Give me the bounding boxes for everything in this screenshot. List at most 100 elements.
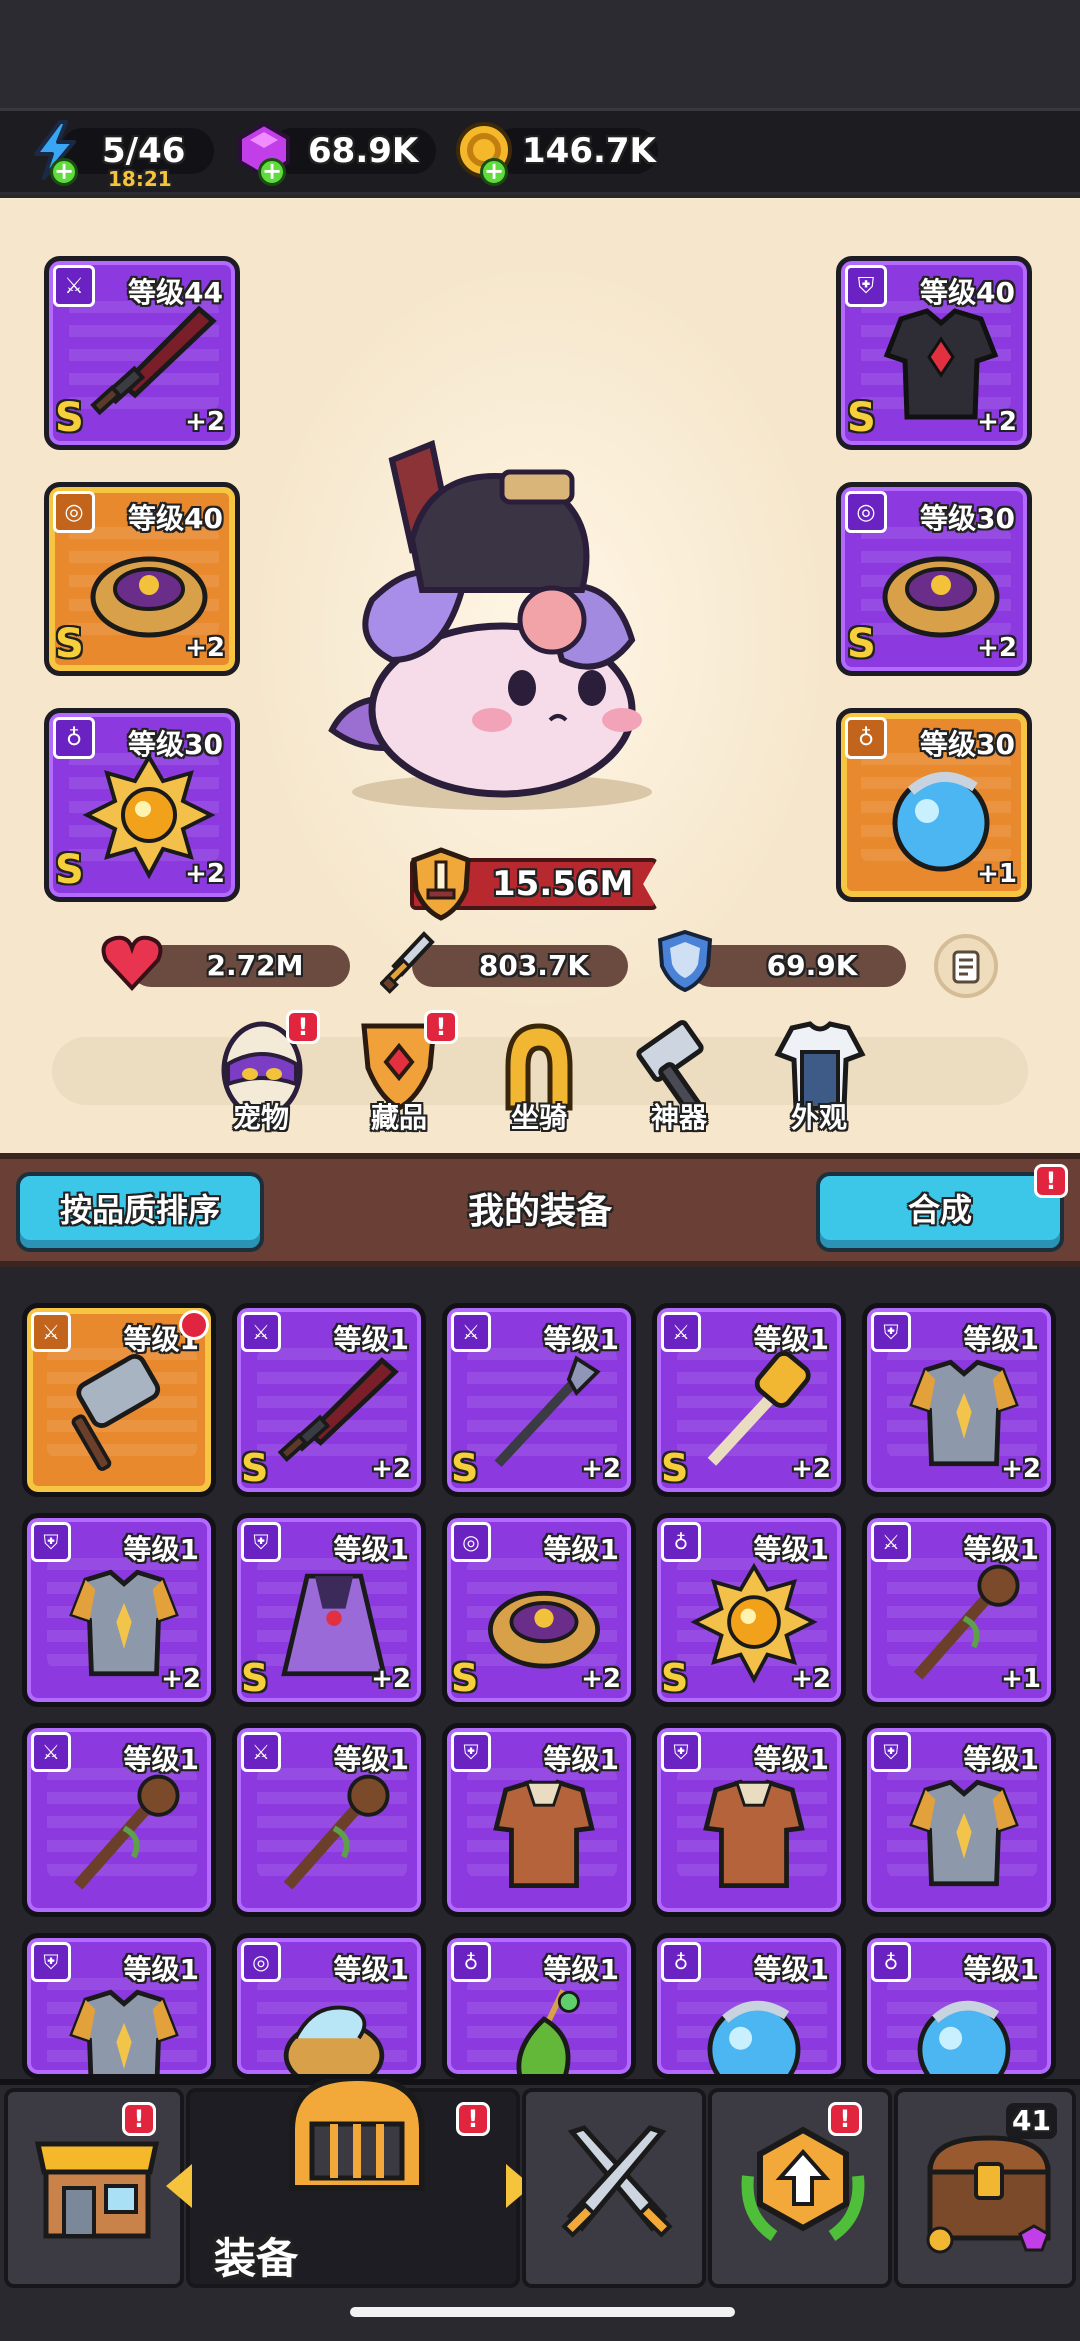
inventory-item[interactable]: ⚔ 等级1	[22, 1723, 216, 1917]
steel-armor-icon	[909, 1779, 1019, 1887]
inventory-item[interactable]: ⚔ 等级1 +1	[862, 1513, 1056, 1707]
item-level: 等级1	[543, 1323, 619, 1356]
item-plus: +2	[371, 1454, 411, 1484]
armor-icon: ⛨	[871, 1312, 911, 1352]
slot-plus: +2	[185, 407, 225, 437]
item-level: 等级1	[963, 1533, 1039, 1566]
pet-alert-badge: !	[286, 1010, 320, 1044]
inventory-item[interactable]: ⚔ 等级1 S +2	[442, 1303, 636, 1497]
amulet-icon: ♁	[451, 1942, 491, 1982]
defense-shield-icon	[657, 929, 713, 992]
new-item-marker	[179, 1310, 209, 1340]
sort-by-quality-button[interactable]: 按品质排序	[16, 1172, 264, 1252]
inventory-item[interactable]: ♁ 等级1	[652, 1933, 846, 2079]
nav-upgrade[interactable]: !	[708, 2088, 892, 2288]
inventory-item[interactable]: ♁ 等级1	[442, 1933, 636, 2079]
add-gem-icon[interactable]: +	[258, 158, 286, 186]
stats-detail-button[interactable]	[934, 934, 998, 998]
add-energy-icon[interactable]: +	[50, 158, 78, 186]
item-plus: +2	[791, 1664, 831, 1694]
item-rank: S	[451, 1656, 479, 1700]
sword-icon: ⚔	[241, 1732, 281, 1772]
menu-mount-label: 坐骑	[510, 1101, 567, 1134]
inventory-item[interactable]: ⚔ 等级1 S +2	[652, 1303, 846, 1497]
green-pendant-icon	[516, 1989, 580, 2074]
add-coin-icon[interactable]: +	[480, 158, 508, 186]
upgrade-alert-badge: !	[828, 2102, 862, 2136]
heart-icon	[101, 935, 163, 991]
item-rank: S	[661, 1446, 689, 1490]
equip-slot-weapon[interactable]: ⚔ 等级44 S +2	[44, 256, 240, 450]
item-level: 等级1	[753, 1953, 829, 1986]
notes-icon	[952, 950, 980, 984]
equip-slot-amulet[interactable]: ♁ 等级30 S +2	[44, 708, 240, 902]
armor-icon: ⛨	[661, 1732, 701, 1772]
nav-left-arrow-icon	[166, 2164, 192, 2208]
item-plus: +2	[1001, 1454, 1041, 1484]
sword-icon: ⚔	[31, 1312, 71, 1352]
item-rank: S	[451, 1446, 479, 1490]
item-level: 等级1	[123, 1533, 199, 1566]
inventory-item[interactable]: ♁ 等级1	[862, 1933, 1056, 2079]
sword-icon: ⚔	[871, 1522, 911, 1562]
equip-slot-ring-2[interactable]: ◎ 等级30 S +2	[836, 482, 1032, 676]
upgrade-arrow-icon	[741, 2126, 865, 2241]
ring-icon: ◎	[451, 1522, 491, 1562]
slot-plus: +1	[977, 859, 1017, 889]
item-level: 等级1	[543, 1953, 619, 1986]
armor-icon: ⛨	[31, 1522, 71, 1562]
inventory-item[interactable]: ⛨ 等级1	[862, 1723, 1056, 1917]
leather-armor-icon	[703, 1779, 805, 1889]
hero-character[interactable]	[312, 420, 672, 820]
sword-icon: ⚔	[661, 1312, 701, 1352]
treasure-chest-icon	[926, 2135, 1051, 2254]
nav-shop[interactable]: !	[4, 2088, 184, 2288]
item-level: 等级1	[963, 1743, 1039, 1776]
inventory-item[interactable]: ⛨ 等级1	[442, 1723, 636, 1917]
item-level: 等级1	[543, 1743, 619, 1776]
item-level: 等级1	[333, 1323, 409, 1356]
wooden-staff-icon	[283, 1774, 390, 1890]
swirl-ring-icon	[283, 2005, 385, 2074]
item-level: 等级1	[753, 1533, 829, 1566]
item-rank: S	[661, 1656, 689, 1700]
inventory-item[interactable]: ♁ 等级1 S +2	[652, 1513, 846, 1707]
inventory-item[interactable]: ⚔ 等级1	[232, 1723, 426, 1917]
armor-icon: ⛨	[241, 1522, 281, 1562]
inventory-item[interactable]: ⛨ 等级1	[22, 1933, 216, 2079]
item-level: 等级1	[963, 1323, 1039, 1356]
shop-alert-badge: !	[122, 2102, 156, 2136]
slot-rank: S	[847, 621, 876, 667]
home-indicator[interactable]	[350, 2307, 735, 2317]
inventory-item[interactable]: ⛨ 等级1 +2	[862, 1303, 1056, 1497]
inventory-item[interactable]: ⚔ 等级1	[22, 1303, 216, 1497]
inventory-item[interactable]: ◎ 等级1	[232, 1933, 426, 2079]
equip-slot-armor[interactable]: ⛨ 等级40 S +2	[836, 256, 1032, 450]
item-level: 等级1	[753, 1743, 829, 1776]
inventory-item[interactable]: ◎ 等级1 S +2	[442, 1513, 636, 1707]
item-rank: S	[241, 1446, 269, 1490]
inventory-item[interactable]: ⛨ 等级1 +2	[22, 1513, 216, 1707]
armor-icon: ⛨	[451, 1732, 491, 1772]
item-level: 等级1	[543, 1533, 619, 1566]
inventory-item[interactable]: ⛨ 等级1	[652, 1723, 846, 1917]
equipment-alert-badge: !	[456, 2102, 490, 2136]
merge-button[interactable]: 合成	[816, 1172, 1064, 1252]
item-level: 等级1	[333, 1953, 409, 1986]
slot-rank: S	[55, 621, 84, 667]
inventory-item[interactable]: ⛨ 等级1 S +2	[232, 1513, 426, 1707]
inventory-item[interactable]: ⚔ 等级1 S +2	[232, 1303, 426, 1497]
power-value: 15.56M	[492, 864, 634, 904]
merge-alert-badge: !	[1034, 1164, 1068, 1198]
attack-value: 803.7K	[478, 949, 590, 982]
item-plus: +2	[371, 1664, 411, 1694]
sword-icon: ⚔	[31, 1732, 71, 1772]
equip-slot-amulet-2[interactable]: ♁ 等级30 +1	[836, 708, 1032, 902]
slot-rank: S	[847, 395, 876, 441]
nav-battle[interactable]	[522, 2088, 706, 2288]
equip-slot-ring[interactable]: ◎ 等级40 S +2	[44, 482, 240, 676]
slot-rank: S	[55, 847, 84, 893]
menu-artifact-label: 神器	[650, 1101, 707, 1134]
hp-value: 2.72M	[206, 949, 304, 982]
energy-timer: 18:21	[108, 167, 172, 191]
